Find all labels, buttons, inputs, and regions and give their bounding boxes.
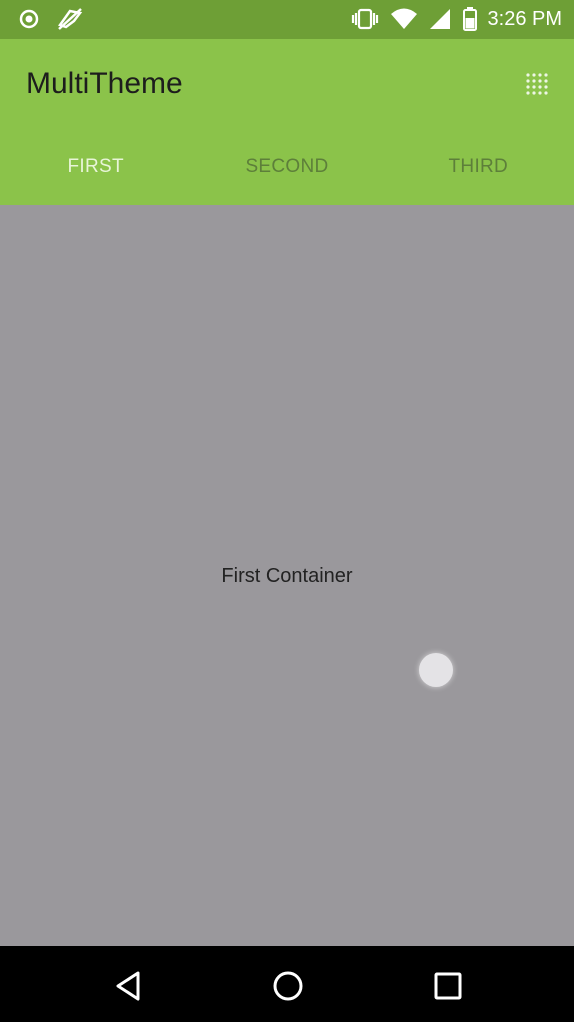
status-bar: 3:26 PM bbox=[0, 0, 574, 39]
tab-bar: FIRST SECOND THIRD bbox=[0, 143, 574, 205]
status-time: 3:26 PM bbox=[487, 7, 562, 30]
signal-icon bbox=[429, 9, 450, 29]
navigation-bar bbox=[0, 946, 574, 1022]
tab-third[interactable]: THIRD bbox=[383, 143, 574, 205]
tab-second[interactable]: SECOND bbox=[191, 143, 382, 205]
vibrate-icon bbox=[351, 8, 378, 30]
tab-content-container: First Container bbox=[0, 205, 574, 946]
grid-dots-icon bbox=[526, 73, 548, 95]
back-icon[interactable] bbox=[110, 968, 146, 1004]
app-toolbar: MultiTheme FIRST SECOND THIRD bbox=[0, 39, 574, 205]
theme-menu-button[interactable] bbox=[520, 67, 556, 103]
container-label: First Container bbox=[221, 565, 353, 587]
home-icon[interactable] bbox=[270, 968, 306, 1004]
tab-first[interactable]: FIRST bbox=[0, 143, 191, 205]
battery-icon bbox=[462, 7, 477, 31]
touch-indicator bbox=[419, 653, 453, 687]
app-title: MultiTheme bbox=[26, 67, 183, 100]
record-icon bbox=[19, 9, 39, 29]
status-bar-left bbox=[18, 7, 84, 31]
recents-icon[interactable] bbox=[430, 968, 466, 1004]
wifi-icon bbox=[390, 8, 417, 29]
no-sync-icon bbox=[57, 8, 83, 30]
status-bar-right: 3:26 PM bbox=[350, 6, 562, 32]
